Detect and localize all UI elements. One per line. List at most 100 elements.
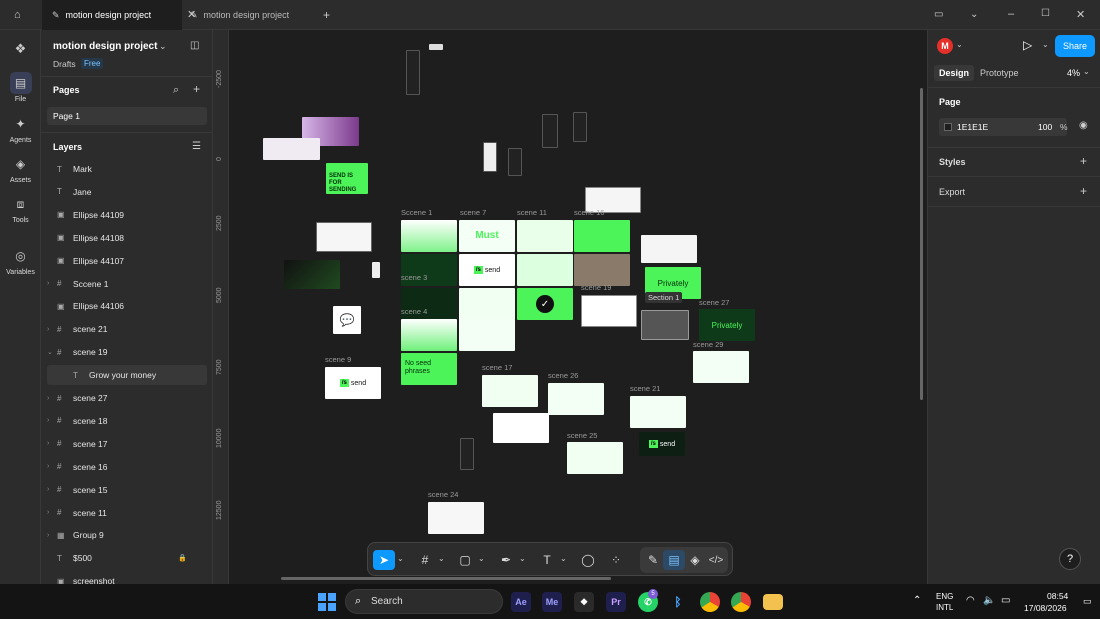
rail-item-agents[interactable]: ✦ Agents <box>0 113 41 144</box>
frame-phone[interactable] <box>483 142 497 172</box>
canvas[interactable]: SEND IS FOR SENDING Must /s send ✓ No se… <box>229 30 927 584</box>
bg-hex-value[interactable]: 1E1E1E <box>957 122 988 132</box>
taskbar-search[interactable] <box>345 589 503 614</box>
frame-toggle2[interactable] <box>493 413 549 443</box>
list-icon[interactable]: ☰ <box>192 141 201 152</box>
volume-icon[interactable]: 🔈 <box>983 595 995 606</box>
clock-time[interactable]: 08:54 <box>1047 591 1068 601</box>
frame-tool-icon[interactable]: # <box>414 550 436 570</box>
media-encoder-icon[interactable]: Me <box>542 592 562 612</box>
frame-label[interactable]: scene 26 <box>548 371 578 380</box>
frame-phone[interactable] <box>460 438 474 470</box>
search-icon[interactable]: ⌕ <box>173 84 179 97</box>
chevron-down-icon[interactable]: ⌄ <box>956 40 963 49</box>
layer-row[interactable]: ⌄ # scene 19 <box>47 342 207 362</box>
frame-section[interactable] <box>641 310 689 340</box>
layer-row[interactable]: › # Sccene 1 <box>47 274 207 294</box>
frame-phone-scene[interactable] <box>517 254 573 286</box>
frame-check[interactable]: ✓ <box>517 288 573 320</box>
frame-label[interactable]: scene 17 <box>482 363 512 372</box>
home-icon[interactable]: ⌂ <box>14 9 21 21</box>
comment-tool-icon[interactable]: ◯ <box>577 550 599 570</box>
zoom-level[interactable]: 4% <box>1067 68 1080 78</box>
frame-label[interactable]: scene 21 <box>630 384 660 393</box>
frame-label[interactable]: scene 9 <box>325 355 351 364</box>
window-close-icon[interactable]: ✕ <box>1076 8 1085 21</box>
scrollbar-horizontal[interactable] <box>281 577 611 580</box>
frame-chat[interactable]: 💬 <box>333 306 361 334</box>
layer-row[interactable]: › # scene 18 <box>47 411 207 431</box>
frame-toggle[interactable] <box>459 319 515 351</box>
frame-label[interactable]: scene 25 <box>567 431 597 440</box>
new-tab-icon[interactable]: + <box>323 8 330 22</box>
rail-item-assets[interactable]: ◈ Assets <box>0 153 41 184</box>
rail-logo[interactable]: ❖ <box>0 38 41 60</box>
rail-item-variables[interactable]: ◎ Variables <box>0 245 41 276</box>
frame-label[interactable]: Section 1 <box>645 292 683 303</box>
layer-row[interactable]: › # scene 27 <box>47 388 207 408</box>
share-button[interactable]: Share <box>1055 35 1095 57</box>
minimize-icon[interactable]: – <box>1008 8 1014 20</box>
frame-web[interactable] <box>316 222 372 252</box>
frame-dark[interactable] <box>284 260 340 289</box>
chevron-up-icon[interactable]: ⌃ <box>913 595 921 606</box>
maximize-icon[interactable]: ☐ <box>1041 8 1050 19</box>
frame-label[interactable]: scene 7 <box>460 208 486 217</box>
expand-chevron-icon[interactable]: › <box>47 486 57 493</box>
expand-chevron-icon[interactable]: › <box>47 532 57 539</box>
expand-chevron-icon[interactable]: › <box>47 280 57 287</box>
help-button[interactable]: ? <box>1059 548 1081 570</box>
bluetooth-icon[interactable]: ᛒ <box>668 592 688 612</box>
chevron-down-icon[interactable]: ⌄ <box>438 554 445 563</box>
frame-send[interactable]: /s send <box>459 254 515 286</box>
play-icon[interactable]: ▷ <box>1023 38 1032 52</box>
wifi-icon[interactable]: ◠ <box>966 595 975 606</box>
expand-chevron-icon[interactable]: › <box>47 509 57 516</box>
frame-thumb[interactable] <box>429 44 443 50</box>
project-name[interactable]: motion design project <box>53 41 157 52</box>
window-icon[interactable]: ▭ <box>934 9 943 20</box>
frame-scene4[interactable] <box>401 319 457 351</box>
frame-no-seed[interactable]: No seed phrases <box>401 353 457 385</box>
pen-tool-icon[interactable]: ✒ <box>495 550 517 570</box>
frame-label[interactable]: scene 16 <box>574 208 604 217</box>
add-page-icon[interactable]: + <box>193 82 200 96</box>
lock-icon[interactable]: 🔒 <box>178 554 187 562</box>
actions-tool-icon[interactable]: ⁘ <box>605 550 627 570</box>
lang-code[interactable]: ENG <box>936 592 953 601</box>
layer-row[interactable]: › # scene 16 <box>47 457 207 477</box>
frame-scene29[interactable] <box>693 351 749 383</box>
frame-label[interactable]: scene 24 <box>428 490 458 499</box>
chrome-icon[interactable] <box>700 592 720 612</box>
expand-chevron-icon[interactable]: › <box>47 440 57 447</box>
frame-scene25[interactable] <box>567 442 623 474</box>
chevron-down-icon[interactable]: ⌄ <box>519 554 526 563</box>
layer-row[interactable]: ▣ Ellipse 44108 <box>47 228 207 248</box>
chevron-down-icon[interactable]: ⌄ <box>1042 40 1049 49</box>
frame-scene24[interactable] <box>428 502 484 534</box>
frame-phone[interactable] <box>573 112 587 142</box>
expand-chevron-icon[interactable]: › <box>47 326 57 333</box>
add-style-icon[interactable]: + <box>1080 154 1087 168</box>
chrome-icon[interactable] <box>731 592 751 612</box>
frame-phone[interactable] <box>542 114 558 148</box>
frame-label[interactable]: scene 29 <box>693 340 723 349</box>
layer-row[interactable]: › ▦ Group 9 <box>47 525 207 545</box>
avatar[interactable]: M <box>937 38 953 54</box>
frame-scene11[interactable] <box>517 220 573 252</box>
layer-row[interactable]: T Jane <box>47 182 207 202</box>
tab-prototype[interactable]: Prototype <box>980 68 1019 78</box>
frame-people[interactable] <box>574 254 630 286</box>
chevron-down-icon[interactable]: ⌄ <box>478 554 485 563</box>
frame-scene17[interactable] <box>482 375 538 407</box>
battery-icon[interactable]: ▭ <box>1001 595 1010 606</box>
move-tool-icon[interactable]: ➤ <box>373 550 395 570</box>
layer-row[interactable]: T Mark <box>47 159 207 179</box>
chevron-down-icon[interactable]: ⌄ <box>560 554 567 563</box>
add-export-icon[interactable]: + <box>1080 184 1087 198</box>
sidebar-toggle-icon[interactable]: ◫ <box>190 40 199 51</box>
expand-chevron-icon[interactable]: › <box>47 463 57 470</box>
folder-icon[interactable] <box>763 594 783 610</box>
scrollbar-vertical[interactable] <box>920 88 923 400</box>
rail-item-tools[interactable]: ⧈ Tools <box>0 193 41 225</box>
